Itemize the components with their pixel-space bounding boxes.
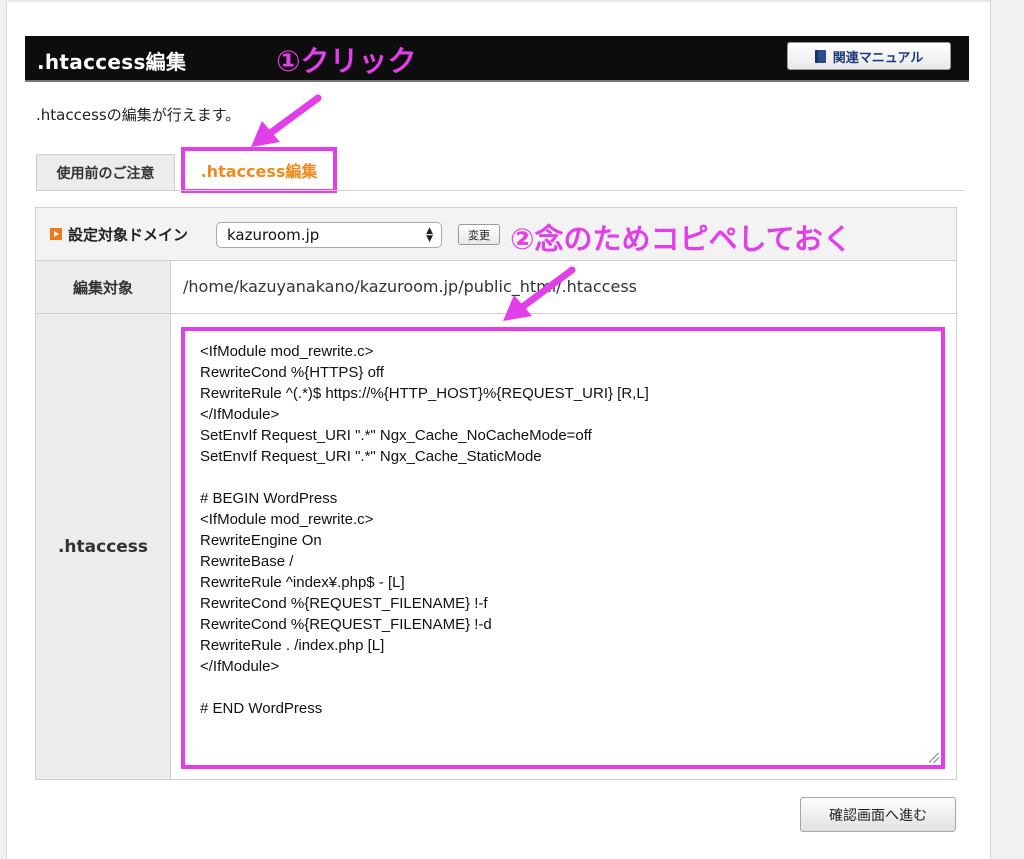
tab-divider [36, 190, 964, 191]
orange-bullet-icon [50, 228, 62, 240]
page-header: .htaccess編集 関連マニュアル [25, 36, 969, 82]
related-manual-button[interactable]: 関連マニュアル [787, 42, 951, 70]
annotation-step1: ①クリック [276, 44, 417, 78]
tab-usage-notes[interactable]: 使用前のご注意 [36, 154, 175, 190]
window-frame-right [990, 0, 1024, 859]
domain-select-value: kazuroom.jp [227, 226, 320, 244]
domain-select[interactable]: kazuroom.jp ▲ ▼ [216, 222, 442, 248]
arrow-to-tab [251, 94, 322, 147]
htaccess-textarea[interactable]: <IfModule mod_rewrite.c> RewriteCond %{H… [181, 327, 945, 769]
domain-label: 設定対象ドメイン [68, 226, 189, 244]
edit-target-path: /home/kazuyanakano/kazuroom.jp/public_ht… [183, 277, 637, 296]
edit-target-row: 編集対象 /home/kazuyanakano/kazuroom.jp/publ… [36, 261, 956, 314]
annotation-step2: ②念のためコピペしておく [510, 222, 852, 256]
tab-htaccess-edit[interactable]: .htaccess編集 [181, 147, 337, 193]
window-frame-top [6, 0, 990, 2]
resize-grip-icon[interactable] [929, 753, 939, 763]
book-icon [814, 49, 826, 63]
related-manual-label: 関連マニュアル [832, 50, 924, 66]
htaccess-row: .htaccess <IfModule mod_rewrite.c> Rewri… [36, 314, 956, 779]
edit-target-label: 編集対象 [36, 261, 171, 313]
select-updown-icon: ▲ ▼ [426, 226, 433, 244]
settings-panel: 設定対象ドメイン kazuroom.jp ▲ ▼ 変更 編集対象 /home/ka… [35, 207, 957, 780]
confirm-screen-button[interactable]: 確認画面へ進む [800, 797, 956, 832]
change-button[interactable]: 変更 [458, 224, 500, 245]
window-frame-left [0, 0, 7, 859]
htaccess-label: .htaccess [36, 314, 171, 779]
page-description: .htaccessの編集が行えます。 [36, 106, 241, 124]
page-title: .htaccess編集 [37, 50, 187, 74]
